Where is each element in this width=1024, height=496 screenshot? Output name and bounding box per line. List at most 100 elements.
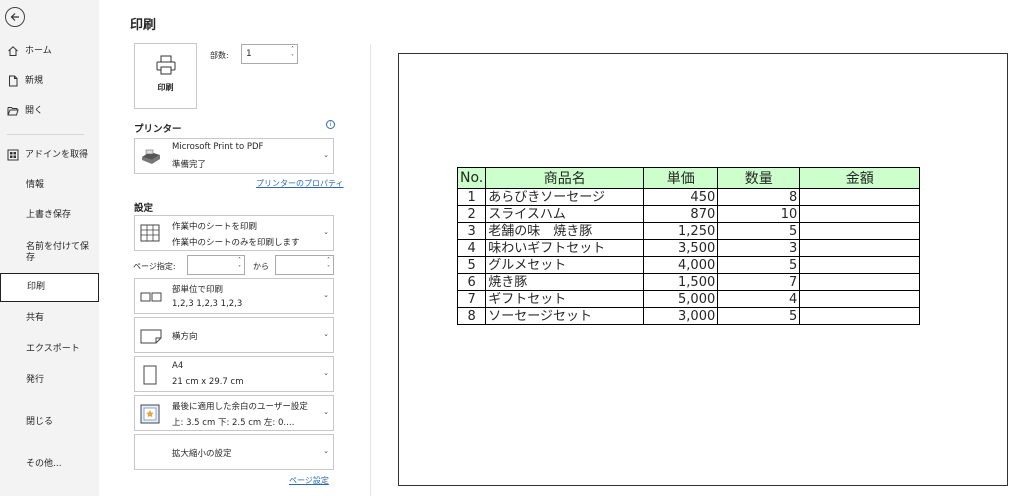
table-cell: ギフトセット (485, 290, 645, 308)
column-header: No. (456, 167, 487, 189)
nav-item-publish[interactable]: 発行 (0, 366, 99, 394)
nav-item-export[interactable]: エクスポート (0, 335, 99, 363)
addins-icon (7, 149, 19, 161)
collate-main: 部単位で印刷 (172, 285, 224, 295)
printer-dropdown[interactable]: Microsoft Print to PDF 準備完了 ⌄ (134, 138, 334, 174)
table-row: 1 あらびきソーセージ 450 8 (456, 188, 921, 206)
nav-item-share[interactable]: 共有 (0, 304, 99, 332)
chevron-down-icon: ⌄ (323, 330, 329, 338)
margins-sub: 上: 3.5 cm 下: 2.5 cm 左: 0.… (172, 418, 295, 428)
column-header: 数量 (717, 167, 801, 189)
table-cell (799, 222, 921, 240)
nav-item-info[interactable]: 情報 (0, 171, 99, 199)
margins-main: 最後に適用した余白のユーザー設定 (172, 402, 308, 412)
print-button[interactable]: 印刷 (134, 43, 197, 109)
table-cell: 8 (717, 188, 801, 206)
nav-label: 上書き保存 (26, 209, 72, 220)
table-cell (799, 273, 921, 291)
info-icon[interactable]: i (326, 120, 335, 129)
print-scope-dropdown[interactable]: 作業中のシートを印刷 作業中のシートのみを印刷します ⌄ (134, 215, 334, 251)
nav-item-home[interactable]: ホーム (0, 37, 99, 65)
copies-stepper[interactable]: 1 ˄ ˅ (241, 44, 298, 64)
table-cell: 870 (643, 205, 719, 223)
column-header: 金額 (799, 167, 921, 189)
paper-size-dropdown[interactable]: A4 21 cm x 29.7 cm ⌄ (134, 356, 334, 392)
table-cell: 5 (456, 256, 487, 274)
nav-label: 発行 (26, 374, 45, 385)
nav-item-more[interactable]: その他... (0, 450, 99, 478)
printer-status: 準備完了 (172, 160, 207, 170)
printer-section-title: プリンター (134, 124, 182, 135)
table-cell: 5 (717, 256, 801, 274)
copies-label: 部数: (210, 51, 229, 60)
collate-sub: 1,2,3 1,2,3 1,2,3 (172, 299, 243, 309)
table-cell: 5,000 (643, 290, 719, 308)
new-file-icon (7, 75, 19, 87)
pages-to-input[interactable]: ˄ ˅ (275, 255, 334, 275)
nav-item-open[interactable]: 開く (0, 97, 99, 125)
orientation-dropdown[interactable]: 横方向 ⌄ (134, 317, 334, 353)
table-cell: 3,500 (643, 239, 719, 257)
nav-item-print[interactable]: 印刷 (0, 273, 99, 302)
printer-device-icon (140, 149, 162, 168)
table-row: 8 ソーセージセット 3,000 5 (456, 307, 921, 325)
column-header: 商品名 (485, 167, 645, 189)
table-cell: 4,000 (643, 256, 719, 274)
printer-properties-link[interactable]: プリンターのプロパティ (256, 178, 344, 189)
table-cell: ソーセージセット (485, 307, 645, 325)
table-row: 2 スライスハム 870 10 (456, 205, 921, 223)
chevron-down-icon: ⌄ (323, 447, 329, 455)
chevron-down-icon: ⌄ (323, 228, 329, 236)
table-cell: 1,250 (643, 222, 719, 240)
nav-item-save[interactable]: 上書き保存 (0, 201, 99, 229)
paper-size-main: A4 (172, 361, 184, 371)
table-cell (799, 188, 921, 206)
preview-table: No. 商品名 単価 数量 金額 1 あらびきソーセージ 450 8 2 スライスハム 87… (456, 167, 921, 325)
scaling-value: 拡大縮小の設定 (172, 449, 232, 459)
folder-open-icon (7, 105, 19, 117)
chevron-down-icon: ⌄ (323, 408, 329, 416)
chevron-down-icon: ⌄ (323, 291, 329, 299)
table-cell: 3,000 (643, 307, 719, 325)
nav-label: 共有 (26, 312, 45, 323)
table-cell (799, 290, 921, 308)
table-row: 7 ギフトセット 5,000 4 (456, 290, 921, 308)
home-icon (7, 45, 19, 57)
sheet-grid-icon (140, 224, 160, 245)
back-arrow-icon[interactable] (5, 7, 25, 27)
nav-item-close[interactable]: 閉じる (0, 408, 99, 436)
table-cell: 1,500 (643, 273, 719, 291)
custom-margins-icon (140, 404, 160, 427)
stepper-arrows-icon[interactable]: ˄ ˅ (238, 257, 241, 273)
nav-item-save-as[interactable]: 名前を付けて保存 (0, 234, 99, 272)
collate-dropdown[interactable]: 部単位で印刷 1,2,3 1,2,3 1,2,3 ⌄ (134, 278, 334, 314)
scaling-dropdown[interactable]: 拡大縮小の設定 ⌄ (134, 434, 334, 470)
nav-label: アドインを取得 (25, 149, 89, 160)
nav-label: 印刷 (27, 282, 46, 292)
table-cell: グルメセット (485, 256, 645, 274)
nav-item-addins[interactable]: アドインを取得 (0, 141, 99, 169)
table-cell (799, 256, 921, 274)
chevron-down-icon: ⌄ (323, 369, 329, 377)
table-cell: 焼き豚 (485, 273, 645, 291)
table-cell: スライスハム (485, 205, 645, 223)
print-button-label: 印刷 (157, 83, 174, 92)
pages-to-label: から (253, 262, 269, 271)
paper-size-sub: 21 cm x 29.7 cm (172, 377, 244, 387)
table-cell: 7 (456, 290, 487, 308)
table-cell: 味わいギフトセット (485, 239, 645, 257)
nav-item-new[interactable]: 新規 (0, 67, 99, 95)
stepper-arrows-icon[interactable]: ˄ ˅ (327, 257, 330, 273)
nav-label: ホーム (25, 45, 52, 56)
table-cell: 450 (643, 188, 719, 206)
page-setup-link[interactable]: ページ設定 (289, 475, 329, 486)
table-cell: 4 (456, 239, 487, 257)
table-cell (799, 307, 921, 325)
stepper-arrows-icon[interactable]: ˄ ˅ (291, 46, 294, 62)
printer-name: Microsoft Print to PDF (172, 142, 264, 152)
margins-dropdown[interactable]: 最後に適用した余白のユーザー設定 上: 3.5 cm 下: 2.5 cm 左: … (134, 395, 334, 431)
pages-from-input[interactable]: ˄ ˅ (187, 255, 245, 275)
table-cell: あらびきソーセージ (485, 188, 645, 206)
table-cell: 5 (717, 307, 801, 325)
portrait-page-icon (143, 365, 157, 388)
